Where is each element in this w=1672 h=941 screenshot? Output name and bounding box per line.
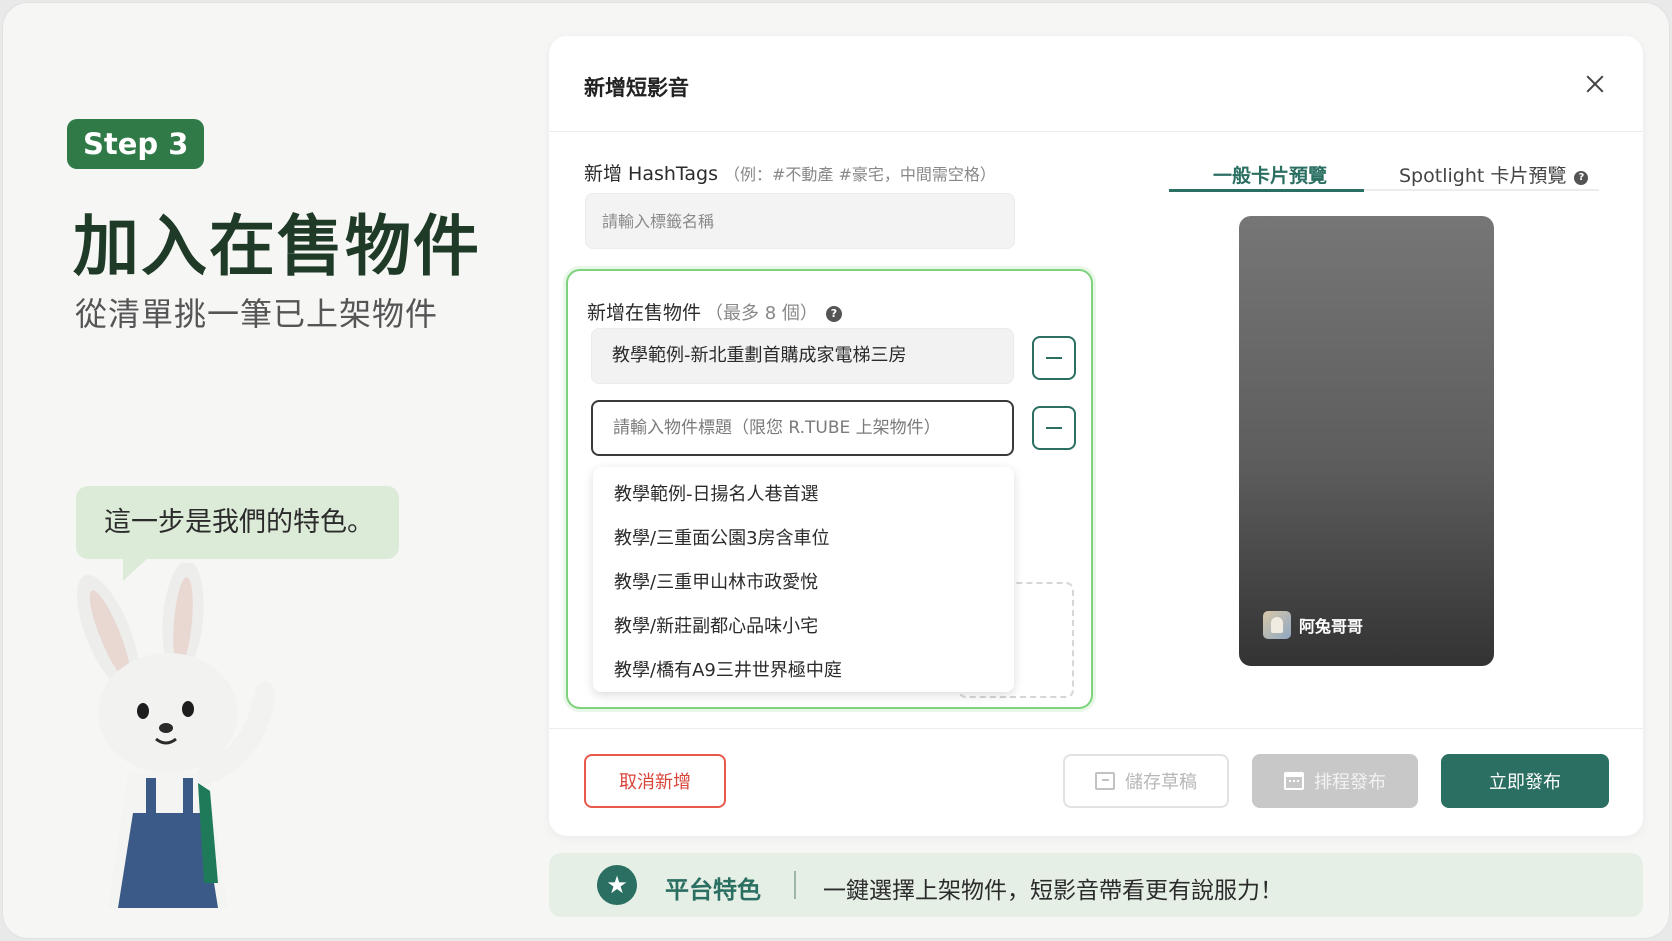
preview-tabs: 一般卡片預覽 Spotlight 卡片預覽? [1169, 151, 1599, 192]
banner-divider [794, 871, 796, 899]
listings-section: 新增在售物件（最多 8 個）? 教學範例-新北重劃首購成家電梯三房 教學範例-日… [566, 269, 1093, 709]
footer-divider [549, 728, 1643, 729]
publish-now-label: 立即發布 [1489, 772, 1561, 793]
save-draft-button[interactable]: 儲存草稿 [1063, 754, 1229, 808]
help-icon[interactable]: ? [825, 306, 842, 322]
rabbit-mascot-illustration [77, 563, 275, 908]
banner-title: 平台特色 [665, 876, 761, 904]
hashtags-label: 新增 HashTags （例：#不動產 #豪宅，中間需空格） [584, 159, 996, 186]
hashtags-label-text: 新增 HashTags [584, 163, 718, 185]
selected-listing-field[interactable]: 教學範例-新北重劃首購成家電梯三房 [591, 328, 1014, 384]
preview-author: 阿兔哥哥 [1263, 611, 1363, 639]
listings-label-text: 新增在售物件 [587, 302, 702, 324]
screen-frame: Step 3 加入在售物件 從清單挑一筆已上架物件 這一步是我們的特色。 新增短… [2, 2, 1670, 939]
listing-suggestion-item[interactable]: 教學/三重面公園3房含車位 [593, 517, 1014, 561]
help-icon[interactable]: ? [1574, 171, 1589, 185]
remove-listing-minus-icon[interactable] [1032, 336, 1076, 380]
speech-bubble: 這一步是我們的特色。 [76, 486, 399, 559]
cancel-button[interactable]: 取消新增 [584, 754, 726, 808]
step-badge: Step 3 [67, 119, 205, 169]
hashtags-input[interactable] [585, 193, 1015, 249]
banner-text: 一鍵選擇上架物件，短影音帶看更有說服力！ [823, 878, 1283, 904]
schedule-publish-label: 排程發布 [1314, 772, 1386, 793]
hashtags-hint: （例：#不動產 #豪宅，中間需空格） [723, 165, 996, 184]
calendar-icon [1284, 772, 1304, 790]
hero-title: 加入在售物件 [73, 208, 481, 285]
author-name: 阿兔哥哥 [1299, 617, 1364, 636]
tab-general-card-preview[interactable]: 一般卡片預覽 [1213, 161, 1327, 188]
listing-search-input[interactable] [591, 400, 1014, 456]
cancel-button-label: 取消新增 [619, 772, 691, 793]
remove-listing-minus-icon[interactable] [1032, 406, 1076, 450]
tab-spotlight-card-preview[interactable]: Spotlight 卡片預覽? [1399, 161, 1589, 188]
listing-suggestion-item[interactable]: 教學/新莊副都心品味小宅 [593, 605, 1014, 649]
archive-icon [1095, 772, 1115, 790]
listing-suggestion-item[interactable]: 教學/三重甲山林市政愛悅 [593, 561, 1014, 605]
listing-suggestions-dropdown: 教學範例-日揚名人巷首選 教學/三重面公園3房含車位 教學/三重甲山林市政愛悅 … [593, 467, 1014, 692]
hero-subtitle: 從清單挑一筆已上架物件 [75, 295, 439, 333]
active-tab-indicator [1169, 189, 1364, 192]
card-preview: 阿兔哥哥 [1239, 216, 1494, 666]
save-draft-label: 儲存草稿 [1125, 772, 1197, 793]
listing-suggestion-item[interactable]: 教學/橋有A9三井世界極中庭 [593, 649, 1014, 693]
schedule-publish-button[interactable]: 排程發布 [1252, 754, 1418, 808]
new-short-video-modal: 新增短影音 新增 HashTags （例：#不動產 #豪宅，中間需空格） 新增在售… [549, 36, 1643, 836]
publish-now-button[interactable]: 立即發布 [1441, 754, 1609, 808]
avatar [1263, 611, 1291, 639]
listing-suggestion-item[interactable]: 教學範例-日揚名人巷首選 [593, 473, 1014, 517]
platform-feature-banner: ★ 平台特色 一鍵選擇上架物件，短影音帶看更有說服力！ [549, 853, 1643, 917]
close-icon[interactable] [1583, 72, 1607, 96]
modal-title: 新增短影音 [584, 76, 689, 100]
listings-label: 新增在售物件 （最多 8 個）? [587, 298, 842, 325]
tab-spotlight-label: Spotlight 卡片預覽 [1399, 165, 1567, 187]
modal-header: 新增短影音 [549, 36, 1643, 132]
listings-hint: （最多 8 個） [705, 303, 818, 324]
star-icon: ★ [597, 865, 637, 905]
